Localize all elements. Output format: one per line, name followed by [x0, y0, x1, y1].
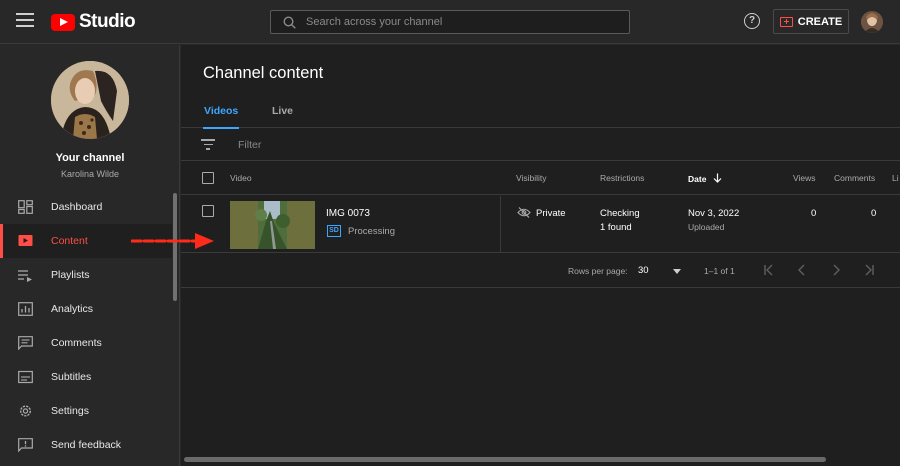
first-page-icon[interactable]	[762, 263, 776, 277]
sd-quality-badge: SD	[327, 225, 341, 237]
account-avatar[interactable]	[861, 11, 883, 33]
processing-status: Processing	[348, 226, 395, 237]
sidebar-item-label: Playlists	[51, 269, 90, 281]
comments-icon	[18, 336, 33, 350]
sidebar-item-label: Subtitles	[51, 371, 92, 383]
column-date-label: Date	[688, 174, 707, 184]
column-visibility: Visibility	[516, 173, 547, 183]
youtube-logo-icon	[51, 13, 75, 31]
create-label: CREATE	[797, 15, 843, 28]
column-views: Views	[793, 173, 816, 183]
row-checkbox[interactable]	[202, 205, 214, 217]
last-page-icon[interactable]	[862, 263, 876, 277]
sidebar-item-playlists[interactable]: Playlists	[0, 258, 172, 292]
avatar-photo-icon	[861, 11, 883, 33]
column-likes: Li	[892, 173, 899, 183]
horizontal-scrollbar[interactable]	[184, 457, 826, 462]
restrictions-value[interactable]: Checking	[600, 208, 640, 219]
create-button[interactable]: CREATE	[773, 9, 849, 34]
top-bar: Studio ? CREATE	[0, 0, 900, 44]
logo-text: Studio	[79, 11, 136, 32]
caret-down-icon	[673, 269, 681, 274]
sidebar-nav: Dashboard Content Playlists Analytics Co…	[0, 190, 172, 462]
feedback-icon	[18, 438, 33, 452]
sidebar-item-subtitles[interactable]: Subtitles	[0, 360, 172, 394]
sidebar-item-analytics[interactable]: Analytics	[0, 292, 172, 326]
thumbnail-image-icon	[230, 201, 315, 249]
subtitles-icon	[18, 370, 33, 384]
date-value: Nov 3, 2022	[688, 208, 740, 219]
table-row[interactable]: IMG 0073 SD Processing Private Checking …	[181, 196, 900, 253]
filter-bar	[181, 128, 900, 161]
studio-logo[interactable]: Studio	[51, 11, 136, 33]
tab-live[interactable]: Live	[272, 105, 293, 128]
analytics-icon	[18, 302, 33, 316]
annotation-arrow-icon	[131, 233, 214, 249]
column-comments: Comments	[834, 173, 876, 183]
sidebar-item-label: Settings	[51, 405, 89, 417]
date-status: Uploaded	[688, 222, 725, 232]
page-title: Channel content	[203, 64, 324, 82]
channel-avatar[interactable]	[51, 61, 129, 139]
channel-name: Karolina Wilde	[60, 169, 120, 179]
rows-per-page-value: 30	[638, 265, 649, 276]
views-value: 0	[811, 208, 817, 219]
dashboard-icon	[18, 200, 33, 214]
video-title[interactable]: IMG 0073	[326, 208, 370, 219]
main-content: Channel content Videos Live Video Visibi…	[181, 45, 900, 466]
next-page-icon[interactable]	[829, 263, 843, 277]
tab-videos[interactable]: Videos	[202, 105, 240, 129]
help-icon[interactable]: ?	[744, 13, 760, 29]
restrictions-count[interactable]: 1 found	[600, 222, 632, 233]
comments-value: 0	[871, 208, 877, 219]
eye-off-icon[interactable]	[517, 207, 531, 218]
search-icon	[283, 15, 296, 29]
sidebar-item-label: Send feedback	[51, 439, 122, 451]
content-icon	[18, 235, 33, 246]
filter-icon[interactable]	[201, 139, 215, 150]
search-box[interactable]	[270, 10, 630, 34]
content-tabs: Videos Live	[181, 105, 900, 129]
sidebar-item-send-feedback[interactable]: Send feedback	[0, 428, 172, 462]
row-column-divider	[500, 196, 501, 253]
sidebar-item-label: Comments	[51, 337, 102, 349]
arrow-down-icon	[713, 173, 722, 183]
sidebar-item-label: Dashboard	[51, 201, 103, 213]
menu-icon[interactable]	[16, 13, 34, 31]
rows-per-page-select[interactable]: 30	[638, 264, 686, 278]
visibility-value[interactable]: Private	[536, 208, 566, 219]
select-all-checkbox[interactable]	[202, 172, 214, 184]
search-input[interactable]	[306, 16, 629, 28]
sidebar-item-settings[interactable]: Settings	[0, 394, 172, 428]
table-header: Video Visibility Restrictions Date Views…	[181, 162, 900, 195]
pagination-bar: Rows per page: 30 1–1 of 1	[181, 254, 900, 288]
sidebar: Your channel Karolina Wilde Dashboard Co…	[0, 45, 180, 466]
column-video: Video	[230, 173, 252, 183]
sidebar-item-dashboard[interactable]: Dashboard	[0, 190, 172, 224]
channel-photo-icon	[51, 61, 129, 139]
your-channel-label[interactable]: Your channel	[0, 152, 180, 164]
filter-input[interactable]	[238, 137, 438, 153]
rows-per-page-label: Rows per page:	[568, 266, 628, 276]
column-date[interactable]: Date	[688, 173, 722, 184]
previous-page-icon[interactable]	[795, 263, 809, 277]
create-video-icon	[779, 16, 793, 27]
sidebar-item-label: Content	[51, 235, 88, 247]
gear-icon	[19, 405, 32, 417]
sidebar-item-comments[interactable]: Comments	[0, 326, 172, 360]
playlists-icon	[18, 270, 32, 282]
video-thumbnail[interactable]	[230, 201, 315, 249]
sidebar-item-label: Analytics	[51, 303, 94, 315]
page-range: 1–1 of 1	[704, 266, 735, 276]
column-restrictions: Restrictions	[600, 173, 645, 183]
